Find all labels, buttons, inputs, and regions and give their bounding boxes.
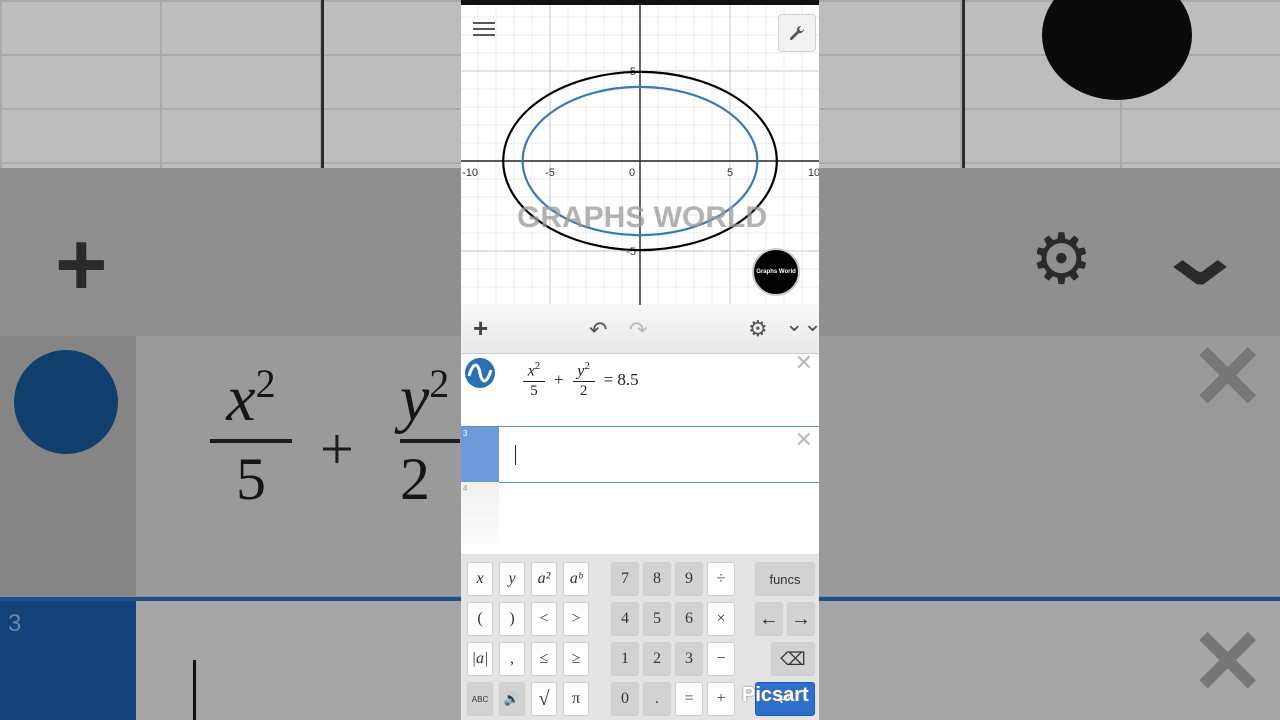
graphs-world-badge: Graphs World bbox=[752, 248, 800, 296]
key-sqrt[interactable]: √ bbox=[531, 682, 557, 716]
key-less-than[interactable]: < bbox=[531, 602, 557, 636]
graph-area[interactable]: -10 -5 0 5 10 5 -5 GRAPHS WORLD Graphs World bbox=[461, 5, 819, 306]
settings-gear-icon[interactable]: ⚙ bbox=[748, 316, 768, 342]
key-less-equal[interactable]: ≤ bbox=[531, 642, 557, 676]
phone-screen: -10 -5 0 5 10 5 -5 GRAPHS WORLD Graphs World + … bbox=[461, 0, 819, 720]
expression-side: 3 bbox=[461, 427, 499, 482]
expression-number: 3 bbox=[463, 429, 468, 438]
undo-button[interactable]: ↶ bbox=[589, 317, 607, 343]
key-absolute-value[interactable]: |a| bbox=[467, 642, 493, 676]
right-arrow-key[interactable]: → bbox=[787, 602, 815, 636]
bg-axis-line bbox=[321, 0, 324, 168]
x-tick-label: 5 bbox=[727, 167, 733, 179]
wrench-icon bbox=[789, 25, 805, 41]
key-equals[interactable]: = bbox=[675, 682, 703, 716]
bg-row-number: 3 bbox=[8, 610, 22, 637]
key-3[interactable]: 3 bbox=[675, 642, 703, 676]
key-5[interactable]: 5 bbox=[643, 602, 671, 636]
key-pi[interactable]: π bbox=[563, 682, 589, 716]
delete-expression-icon[interactable]: ✕ bbox=[795, 350, 813, 376]
left-arrow-key[interactable]: ← bbox=[755, 602, 783, 636]
expression-side: 4 bbox=[461, 482, 499, 554]
delete-expression-icon[interactable]: ✕ bbox=[795, 427, 813, 453]
expression-row[interactable]: 4 bbox=[461, 482, 819, 554]
key-0[interactable]: 0 bbox=[611, 682, 639, 716]
key-decimal[interactable]: . bbox=[643, 682, 671, 716]
text-cursor bbox=[515, 445, 516, 465]
key-1[interactable]: 1 bbox=[611, 642, 639, 676]
abc-keyboard-button[interactable]: ABC bbox=[467, 682, 493, 716]
bg-close-icon: ✕ bbox=[1190, 613, 1266, 713]
key-2[interactable]: 2 bbox=[643, 642, 671, 676]
wrench-button[interactable] bbox=[778, 14, 816, 52]
bg-gear-icon: ⚙ bbox=[1030, 220, 1093, 298]
bg-fraction: x2 5 bbox=[210, 360, 292, 514]
key-greater-than[interactable]: > bbox=[563, 602, 589, 636]
bg-cursor bbox=[193, 660, 196, 720]
backspace-key[interactable]: ⌫ bbox=[771, 642, 815, 676]
bg-logo-icon bbox=[14, 350, 118, 454]
key-a-power-b[interactable]: aᵇ bbox=[563, 562, 589, 596]
bg-close-icon: ✕ bbox=[1190, 328, 1266, 428]
key-x[interactable]: x bbox=[467, 562, 493, 596]
collapse-chevron-icon[interactable]: ⌄⌄ bbox=[785, 311, 819, 337]
expression-number: 4 bbox=[463, 484, 468, 493]
expression-row-active[interactable]: 3 ✕ bbox=[461, 426, 819, 483]
key-plus[interactable]: + bbox=[707, 682, 735, 716]
x-tick-label: 0 bbox=[629, 167, 635, 179]
key-8[interactable]: 8 bbox=[643, 562, 671, 596]
x-tick-label: 10 bbox=[808, 167, 819, 179]
redo-button[interactable]: ↷ bbox=[629, 317, 647, 343]
bg-plus-icon: + bbox=[55, 215, 108, 315]
funcs-button[interactable]: funcs bbox=[755, 562, 815, 596]
key-a-squared[interactable]: a² bbox=[531, 562, 557, 596]
bg-axis-line bbox=[962, 0, 965, 168]
key-y[interactable]: y bbox=[499, 562, 525, 596]
key-7[interactable]: 7 bbox=[611, 562, 639, 596]
menu-button[interactable] bbox=[473, 19, 495, 41]
x-tick-label: -10 bbox=[462, 167, 478, 179]
speaker-icon[interactable]: 🔊 bbox=[499, 682, 525, 716]
key-multiply[interactable]: × bbox=[707, 602, 735, 636]
expression-row[interactable]: x2 5 + y2 2 = 8.5 ✕ bbox=[461, 350, 819, 427]
bg-fraction: y2 2 bbox=[400, 360, 460, 514]
x-tick-label: -5 bbox=[545, 167, 555, 179]
bg-plus-sign: + bbox=[320, 416, 354, 482]
key-9[interactable]: 9 bbox=[675, 562, 703, 596]
key-greater-equal[interactable]: ≥ bbox=[563, 642, 589, 676]
key-comma[interactable]: , bbox=[499, 642, 525, 676]
key-minus[interactable]: − bbox=[707, 642, 735, 676]
key-6[interactable]: 6 bbox=[675, 602, 703, 636]
expression-toolbar: + ↶ ↷ ⚙ ⌄⌄ bbox=[461, 305, 819, 354]
picsart-watermark: Picsart bbox=[742, 684, 809, 706]
expression-math[interactable]: x2 5 + y2 2 = 8.5 bbox=[519, 360, 644, 400]
bg-chevron-icon: ⌄ bbox=[1152, 207, 1248, 301]
y-tick-label: -5 bbox=[626, 246, 636, 258]
graphs-world-watermark: GRAPHS WORLD bbox=[517, 201, 767, 234]
expression-list: x2 5 + y2 2 = 8.5 ✕ 3 ✕ 4 bbox=[461, 350, 819, 554]
add-expression-button[interactable]: + bbox=[473, 315, 488, 341]
expression-side bbox=[461, 354, 499, 426]
key-close-paren[interactable]: ) bbox=[499, 602, 525, 636]
key-4[interactable]: 4 bbox=[611, 602, 639, 636]
key-open-paren[interactable]: ( bbox=[467, 602, 493, 636]
curve-color-icon[interactable] bbox=[465, 358, 495, 388]
key-divide[interactable]: ÷ bbox=[707, 562, 735, 596]
